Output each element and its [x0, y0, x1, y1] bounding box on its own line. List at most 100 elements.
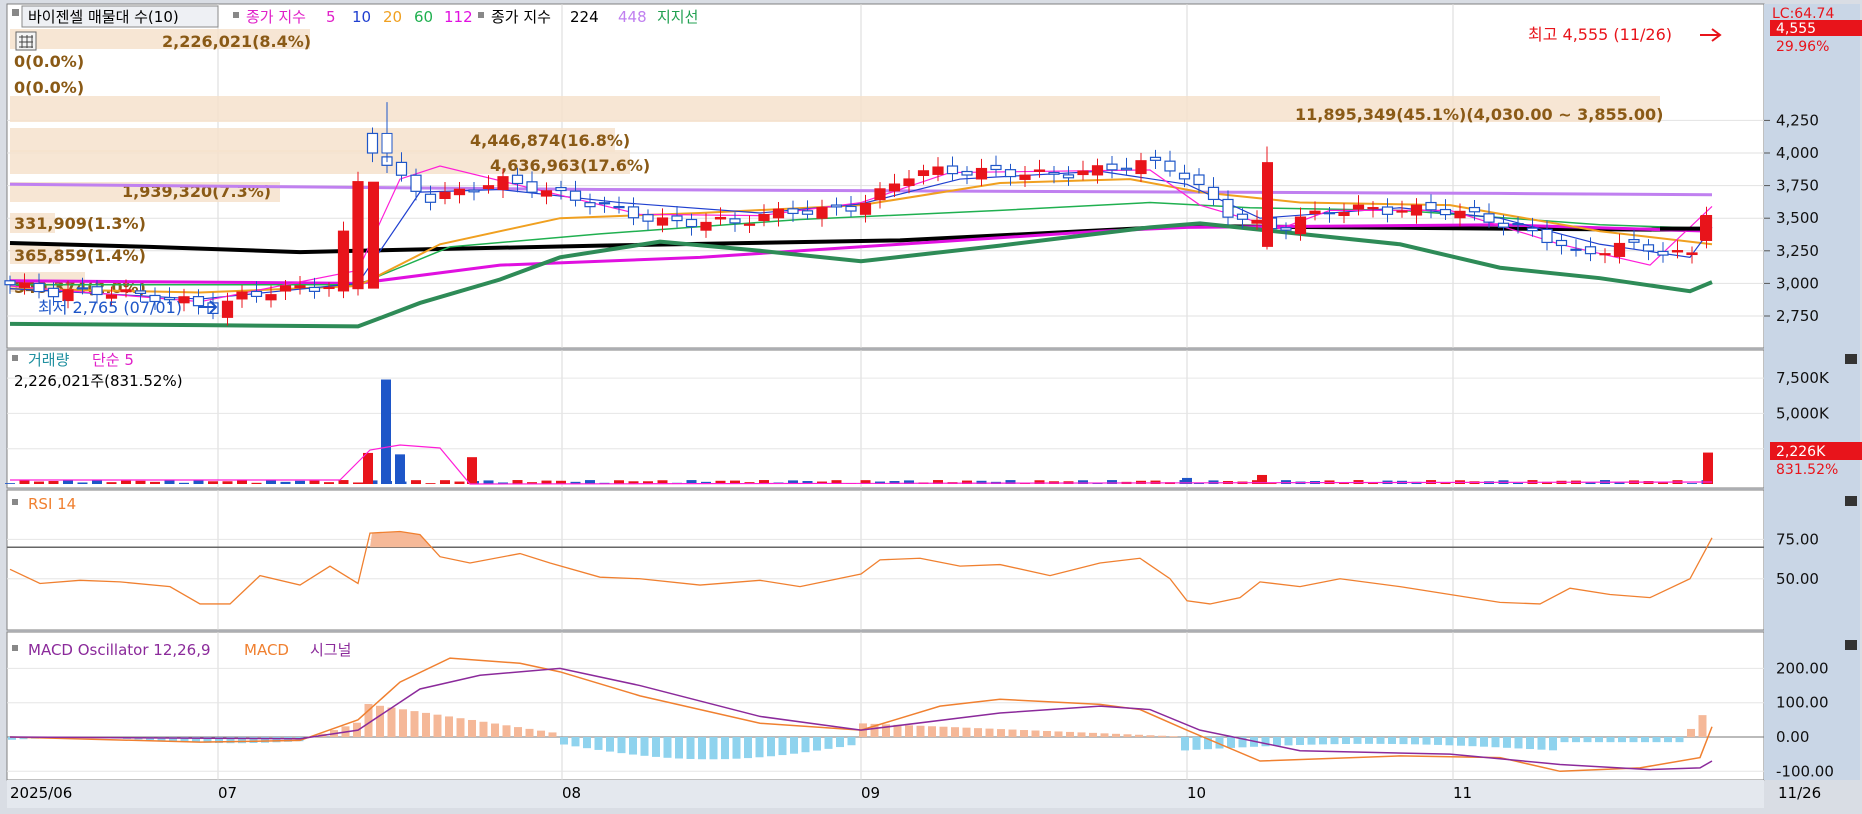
candle-body	[801, 210, 814, 215]
macd-osc-bar	[1652, 737, 1661, 743]
candle-body	[250, 290, 263, 298]
volume-panel[interactable]	[6, 349, 1765, 489]
volume-profile-label: 4,446,874(16.8%)	[470, 131, 630, 150]
candle-body	[337, 230, 350, 292]
candle-body	[1309, 210, 1321, 215]
support-line-legend: 지지선	[657, 8, 698, 26]
volume-bar	[179, 482, 189, 484]
macd-osc-bar	[617, 737, 626, 754]
high-price-annotation: 최고 4,555 (11/26)	[1528, 25, 1672, 44]
price-tick-label: 4,250	[1776, 111, 1819, 129]
candle-body	[221, 300, 234, 318]
macd-osc-bar	[629, 737, 637, 755]
macd-osc-bar	[640, 737, 649, 756]
volume-bar	[425, 483, 436, 484]
price-tick-label: 3,750	[1776, 177, 1819, 195]
macd-osc-bar	[1376, 737, 1385, 744]
chart-canvas[interactable]: 2,226,021(8.4%) 0(0.0%) 0(0.0%) 11,895,349(…	[0, 0, 1862, 810]
macd-osc-bar	[1192, 737, 1201, 750]
volume-panel-max-icon[interactable]	[1845, 354, 1857, 364]
candle-body	[1613, 242, 1626, 257]
volume-profile-label: 365,859(1.4%)	[14, 246, 146, 265]
volume-value-label: 2,226,021주(831.52%)	[14, 372, 183, 390]
macd-osc-bar	[801, 737, 810, 753]
volume-bar	[295, 480, 305, 484]
macd-osc-bar	[1020, 730, 1028, 737]
candle-body	[1077, 170, 1089, 176]
macd-panel-max-icon[interactable]	[1845, 640, 1857, 650]
candle-body	[656, 217, 669, 226]
macd-osc-bar	[548, 732, 557, 737]
candle-body	[1555, 239, 1568, 247]
date-label: 11	[1453, 784, 1472, 802]
macd-osc-bar	[744, 737, 752, 759]
volume-profile-label: 바이젠셀 매물대 수(10)	[28, 8, 179, 26]
candle-body	[975, 167, 988, 180]
macd-osc-bar	[468, 719, 476, 737]
macd-osc-bar	[456, 718, 465, 737]
macd-osc-bar	[755, 737, 764, 758]
candle-body	[1425, 201, 1437, 211]
candle-body	[33, 282, 45, 293]
candle-body	[613, 205, 625, 209]
macd-osc-bar	[1560, 737, 1569, 743]
candle-body	[1178, 172, 1191, 180]
candle-body	[1628, 239, 1640, 243]
price-tick-label: 3,000	[1776, 274, 1819, 292]
volume-profile-label: 2,226,021(8.4%)	[162, 32, 311, 51]
macd-osc-bar	[1468, 737, 1477, 747]
candle-body	[47, 287, 60, 298]
candle-body	[1367, 207, 1379, 210]
macd-osc-bar	[813, 737, 821, 751]
legend-square	[233, 12, 239, 18]
macd-osc-bar	[422, 712, 430, 737]
volume-legend-name: 거래량	[28, 351, 70, 369]
ma60-legend: 60	[414, 8, 433, 26]
candle-body	[787, 208, 799, 215]
macd-osc-bar	[1008, 729, 1017, 737]
price-tick-label: 3,250	[1776, 242, 1819, 260]
macd-osc-bar	[663, 737, 672, 758]
macd-osc-bar	[1664, 737, 1672, 743]
candle-body	[772, 208, 785, 219]
candle-body	[424, 193, 437, 203]
ma112-legend: 112	[444, 8, 473, 26]
candle-body	[352, 181, 364, 290]
candle-body	[294, 285, 306, 289]
candle-body	[917, 170, 930, 177]
volume-bar	[324, 482, 334, 484]
candle-body	[961, 170, 973, 176]
macd-osc-bar	[1330, 737, 1339, 745]
macd-osc-bar	[1089, 732, 1097, 737]
ma224-legend: 224	[570, 8, 599, 26]
macd-osc-bar	[606, 737, 614, 752]
date-label: 07	[218, 784, 237, 802]
macd-osc-bar	[1480, 737, 1488, 747]
macd-osc-bar	[399, 709, 407, 737]
rsi-panel-max-icon[interactable]	[1845, 496, 1857, 506]
candle-body	[1526, 227, 1539, 232]
volume-bar	[92, 480, 102, 484]
date-label: 10	[1187, 784, 1206, 802]
macd-tick-label: 100.00	[1776, 694, 1829, 712]
legend-square	[12, 9, 19, 16]
candle-body	[1236, 213, 1249, 220]
candle-body	[395, 161, 408, 176]
candle-body	[569, 190, 582, 201]
volume-bar	[19, 480, 30, 484]
candle-body	[482, 185, 495, 190]
macd-osc-bar	[1388, 737, 1396, 744]
candle-body	[1004, 169, 1017, 178]
candle-body	[1251, 219, 1263, 224]
date-label: 09	[861, 784, 880, 802]
candle-body	[642, 214, 654, 222]
candle-body	[1135, 160, 1147, 175]
macd-osc-bar	[778, 737, 787, 756]
candle-body	[627, 206, 640, 219]
candle-body	[1149, 156, 1162, 161]
candle-body	[1671, 250, 1684, 253]
macd-osc-bar	[1572, 737, 1580, 743]
macd-osc-bar	[847, 737, 856, 746]
candle-body	[830, 204, 843, 208]
candle-body	[91, 286, 103, 296]
